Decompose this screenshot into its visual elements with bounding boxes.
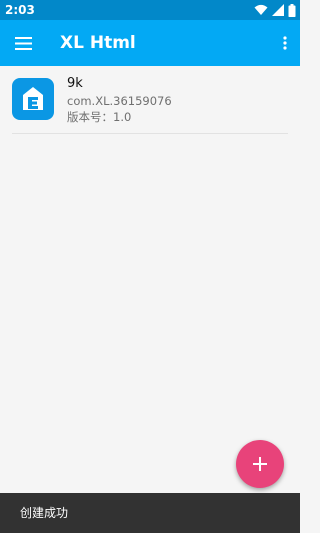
list-item[interactable]: 9k com.XL.36159076 版本号：1.0 — [12, 68, 288, 134]
wifi-icon — [254, 4, 268, 15]
menu-icon — [14, 36, 32, 50]
app-bar: XL Html — [0, 20, 300, 66]
battery-icon — [288, 3, 296, 17]
app-title: XL Html — [60, 33, 136, 53]
divider — [12, 133, 288, 134]
plus-icon — [253, 457, 267, 471]
more-vert-icon — [283, 36, 287, 50]
item-version-label: 版本号： — [67, 110, 113, 124]
overflow-menu-button[interactable] — [278, 32, 292, 54]
add-fab-button[interactable] — [236, 440, 284, 488]
snackbar: 创建成功 — [0, 493, 300, 533]
status-icons — [254, 3, 296, 17]
item-title: 9k — [67, 76, 83, 91]
app-icon — [12, 78, 54, 120]
status-time: 2:03 — [5, 3, 35, 17]
signal-icon — [272, 4, 284, 16]
item-package: com.XL.36159076 — [67, 94, 172, 108]
snackbar-message: 创建成功 — [20, 506, 69, 520]
item-version-value: 1.0 — [113, 110, 132, 124]
menu-button[interactable] — [12, 32, 34, 54]
item-version: 版本号：1.0 — [67, 110, 131, 125]
status-bar: 2:03 — [0, 0, 300, 20]
